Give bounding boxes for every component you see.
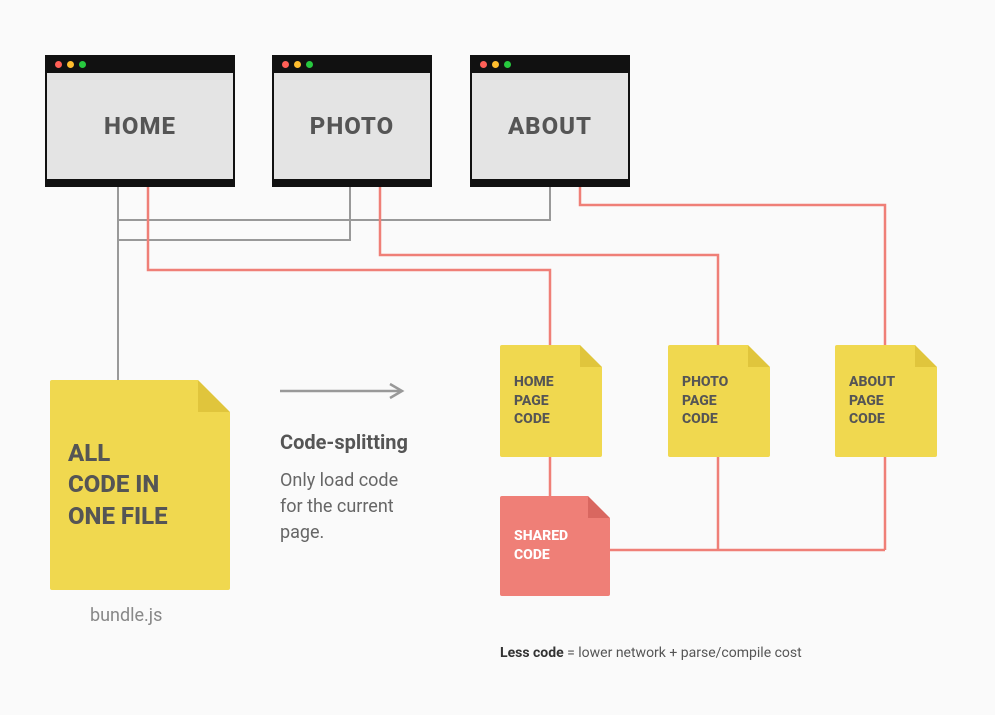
- browser-window-photo: PHOTO: [272, 55, 432, 187]
- file-text-line: ONE FILE: [68, 501, 212, 532]
- file-text-line: PAGE: [514, 392, 588, 411]
- file-text-line: PAGE: [682, 392, 756, 411]
- file-chunk-about: ABOUT PAGE CODE: [835, 345, 937, 457]
- file-text-line: PAGE: [849, 392, 923, 411]
- traffic-light-minimize-icon: [67, 61, 74, 68]
- file-text-line: SHARED: [514, 527, 596, 546]
- window-bottombar: [47, 179, 233, 187]
- traffic-light-maximize-icon: [504, 61, 511, 68]
- traffic-light-maximize-icon: [306, 61, 313, 68]
- desc-line: Only load code: [280, 470, 398, 491]
- traffic-light-minimize-icon: [294, 61, 301, 68]
- file-chunk-photo: PHOTO PAGE CODE: [668, 345, 770, 457]
- footnote-bold: Less code: [500, 645, 564, 661]
- footnote-text: Less code = lower network + parse/compil…: [500, 645, 802, 661]
- file-text-line: CODE: [682, 410, 756, 429]
- window-bottombar: [472, 179, 628, 187]
- bundle-filename-label: bundle.js: [90, 605, 162, 626]
- file-text-line: CODE: [514, 410, 588, 429]
- dogear-icon: [580, 345, 602, 367]
- browser-window-about: ABOUT: [470, 55, 630, 187]
- file-text-line: CODE: [849, 410, 923, 429]
- diagram-canvas: HOME PHOTO ABOUT ALL CODE IN ONE FILE bu…: [0, 0, 995, 715]
- file-text-line: ABOUT: [849, 373, 923, 392]
- traffic-light-minimize-icon: [492, 61, 499, 68]
- window-titlebar: [47, 55, 233, 73]
- window-bottombar: [274, 179, 430, 187]
- file-text-line: HOME: [514, 373, 588, 392]
- desc-line: for the current: [280, 496, 394, 517]
- file-chunk-shared: SHARED CODE: [500, 496, 610, 596]
- desc-line: page.: [280, 522, 324, 543]
- footnote-rest: = lower network + parse/compile cost: [564, 645, 802, 661]
- window-titlebar: [472, 55, 628, 73]
- browser-window-home: HOME: [45, 55, 235, 187]
- file-text-line: ALL: [68, 438, 212, 469]
- file-text-line: PHOTO: [682, 373, 756, 392]
- traffic-light-close-icon: [55, 61, 62, 68]
- browser-page-title: ABOUT: [472, 73, 628, 179]
- file-bundle: ALL CODE IN ONE FILE: [50, 380, 230, 590]
- heading-code-splitting: Code-splitting: [280, 430, 460, 454]
- dogear-icon: [198, 380, 230, 412]
- file-text-line: CODE IN: [68, 469, 212, 500]
- explanation-block: Code-splitting Only load code for the cu…: [280, 430, 460, 546]
- file-text-line: CODE: [514, 546, 596, 565]
- browser-page-title: HOME: [47, 73, 233, 179]
- traffic-light-close-icon: [282, 61, 289, 68]
- dogear-icon: [588, 496, 610, 518]
- window-titlebar: [274, 55, 430, 73]
- file-chunk-home: HOME PAGE CODE: [500, 345, 602, 457]
- dogear-icon: [915, 345, 937, 367]
- traffic-light-close-icon: [480, 61, 487, 68]
- traffic-light-maximize-icon: [79, 61, 86, 68]
- dogear-icon: [748, 345, 770, 367]
- browser-page-title: PHOTO: [274, 73, 430, 179]
- description-text: Only load code for the current page.: [280, 468, 460, 546]
